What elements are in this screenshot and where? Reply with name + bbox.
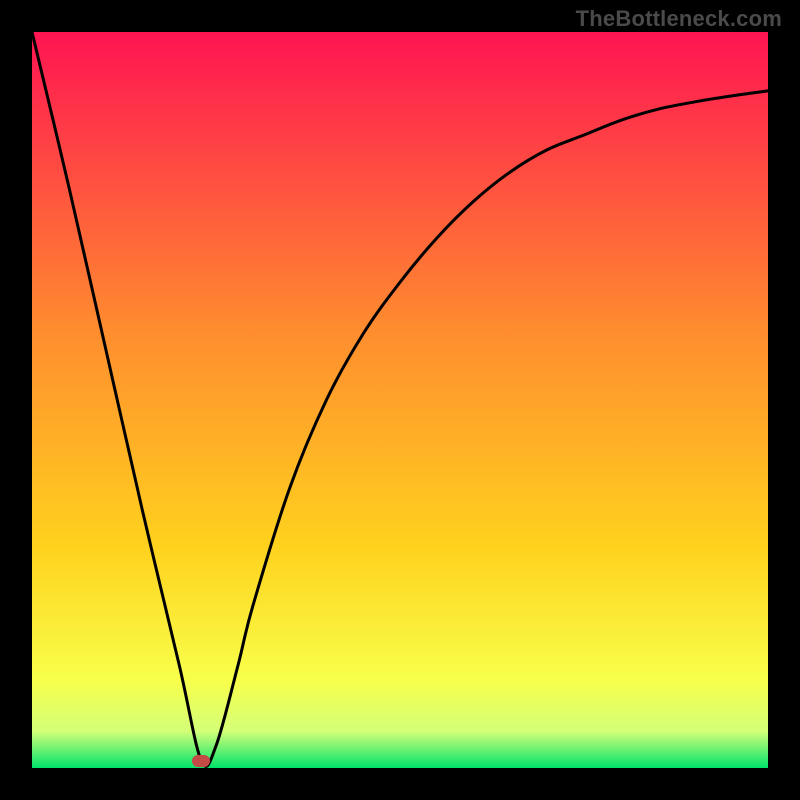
bottleneck-curve	[32, 32, 768, 766]
watermark-text: TheBottleneck.com	[576, 6, 782, 32]
chart-frame: TheBottleneck.com	[0, 0, 800, 800]
minimum-marker	[192, 755, 210, 767]
curve-layer	[32, 32, 768, 768]
plot-area	[32, 32, 768, 768]
